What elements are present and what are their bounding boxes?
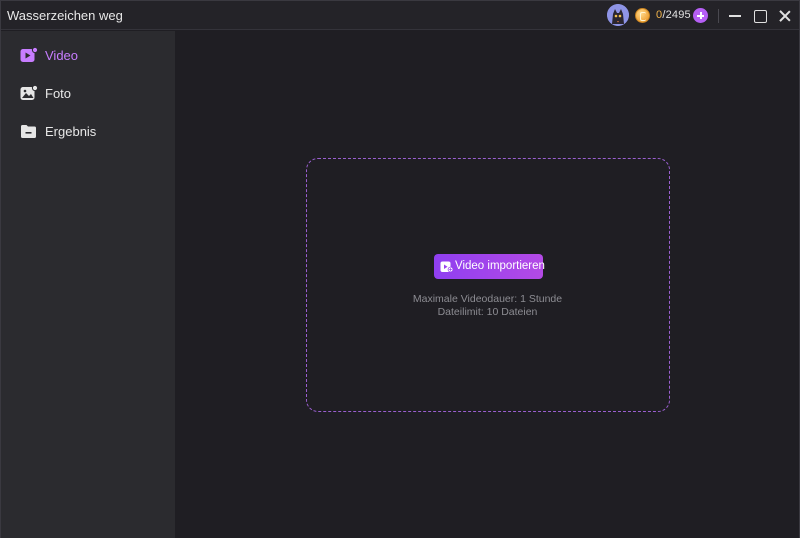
app-window: Wasserzeichen weg 0/2495 Video Foto Erge… xyxy=(0,0,800,538)
maximize-button[interactable] xyxy=(750,6,770,26)
hint-file-limit: Dateilimit: 10 Dateien xyxy=(437,306,538,318)
import-video-label: Video importieren xyxy=(455,260,545,272)
titlebar-divider xyxy=(718,9,719,23)
minimize-button[interactable] xyxy=(725,6,745,26)
photo-icon xyxy=(20,85,38,100)
avatar[interactable] xyxy=(607,4,629,26)
drop-zone[interactable]: Video importieren Maximale Videodauer: 1… xyxy=(306,158,670,412)
app-title: Wasserzeichen weg xyxy=(7,8,123,23)
credits-total: /2495 xyxy=(662,9,691,21)
title-bar: Wasserzeichen weg 0/2495 xyxy=(1,1,799,30)
folder-icon xyxy=(21,125,36,138)
sidebar-item-foto[interactable]: Foto xyxy=(1,78,175,108)
sidebar-item-label: Ergebnis xyxy=(45,124,97,139)
import-video-button[interactable]: Video importieren xyxy=(434,254,545,279)
coin-icon xyxy=(635,8,650,23)
sidebar: Video Foto Ergebnis xyxy=(1,31,175,538)
avatar-cat-icon xyxy=(607,4,629,26)
hint-max-duration: Maximale Videodauer: 1 Stunde xyxy=(412,293,563,305)
sidebar-item-label: Video xyxy=(45,48,79,63)
video-import-icon xyxy=(440,261,453,273)
main-content: Video importieren Maximale Videodauer: 1… xyxy=(175,31,799,538)
video-icon xyxy=(20,47,38,62)
sidebar-item-label: Foto xyxy=(45,86,72,101)
close-button[interactable] xyxy=(775,6,795,26)
sidebar-item-video[interactable]: Video xyxy=(1,40,175,70)
add-credits-button[interactable] xyxy=(693,8,708,23)
sidebar-item-ergebnis[interactable]: Ergebnis xyxy=(1,116,175,146)
credits-counter: 0/2495 xyxy=(656,9,691,21)
